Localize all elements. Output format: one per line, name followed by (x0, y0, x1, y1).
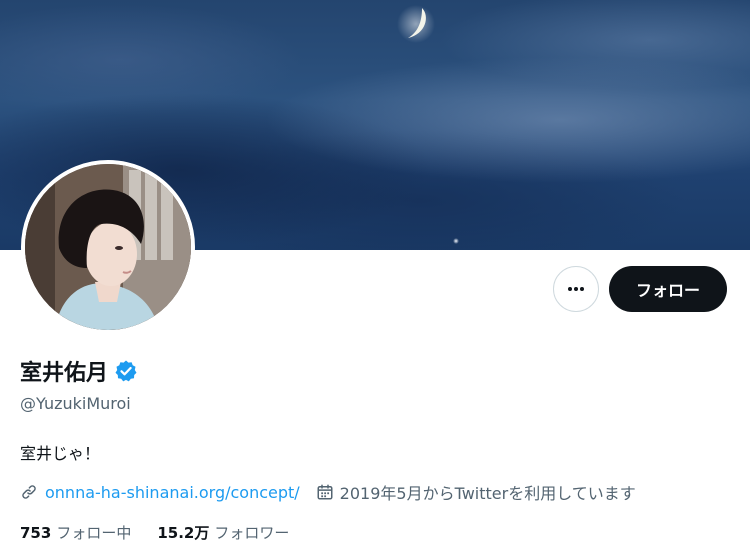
link-icon (22, 485, 36, 499)
profile-handle: @YuzukiMuroi (20, 394, 131, 413)
following-label: フォロー中 (56, 524, 132, 542)
follow-stats: 753 フォロー中 15.2万 フォロワー (20, 522, 315, 543)
verified-badge-icon[interactable] (114, 359, 138, 383)
calendar-icon (317, 484, 333, 500)
joined-item: 2019年5月からTwitterを利用しています (316, 480, 636, 504)
more-horizontal-icon (568, 287, 584, 291)
profile-meta: onnna-ha-shinanai.org/concept/ 2019年5月から… (20, 480, 636, 504)
avatar[interactable] (21, 160, 195, 334)
joined-date: 2019年5月からTwitterを利用しています (339, 484, 636, 503)
display-name: 室井佑月 (20, 361, 109, 386)
website-item[interactable]: onnna-ha-shinanai.org/concept/ (20, 483, 300, 502)
followers-label: フォロワー (214, 524, 290, 542)
profile-bio: 室井じゃ！ (20, 444, 101, 463)
more-options-button[interactable] (553, 266, 599, 312)
moon-shape (397, 5, 435, 43)
website-link[interactable]: onnna-ha-shinanai.org/concept/ (45, 483, 300, 502)
following-count: 753 (20, 524, 52, 542)
followers-count: 15.2万 (157, 524, 210, 542)
follow-button[interactable]: フォロー (609, 266, 727, 312)
following-stat[interactable]: 753 フォロー中 (20, 522, 131, 543)
star-shape (453, 238, 459, 244)
followers-stat[interactable]: 15.2万 フォロワー (157, 522, 289, 543)
display-name-row: 室井佑月 (20, 355, 138, 387)
